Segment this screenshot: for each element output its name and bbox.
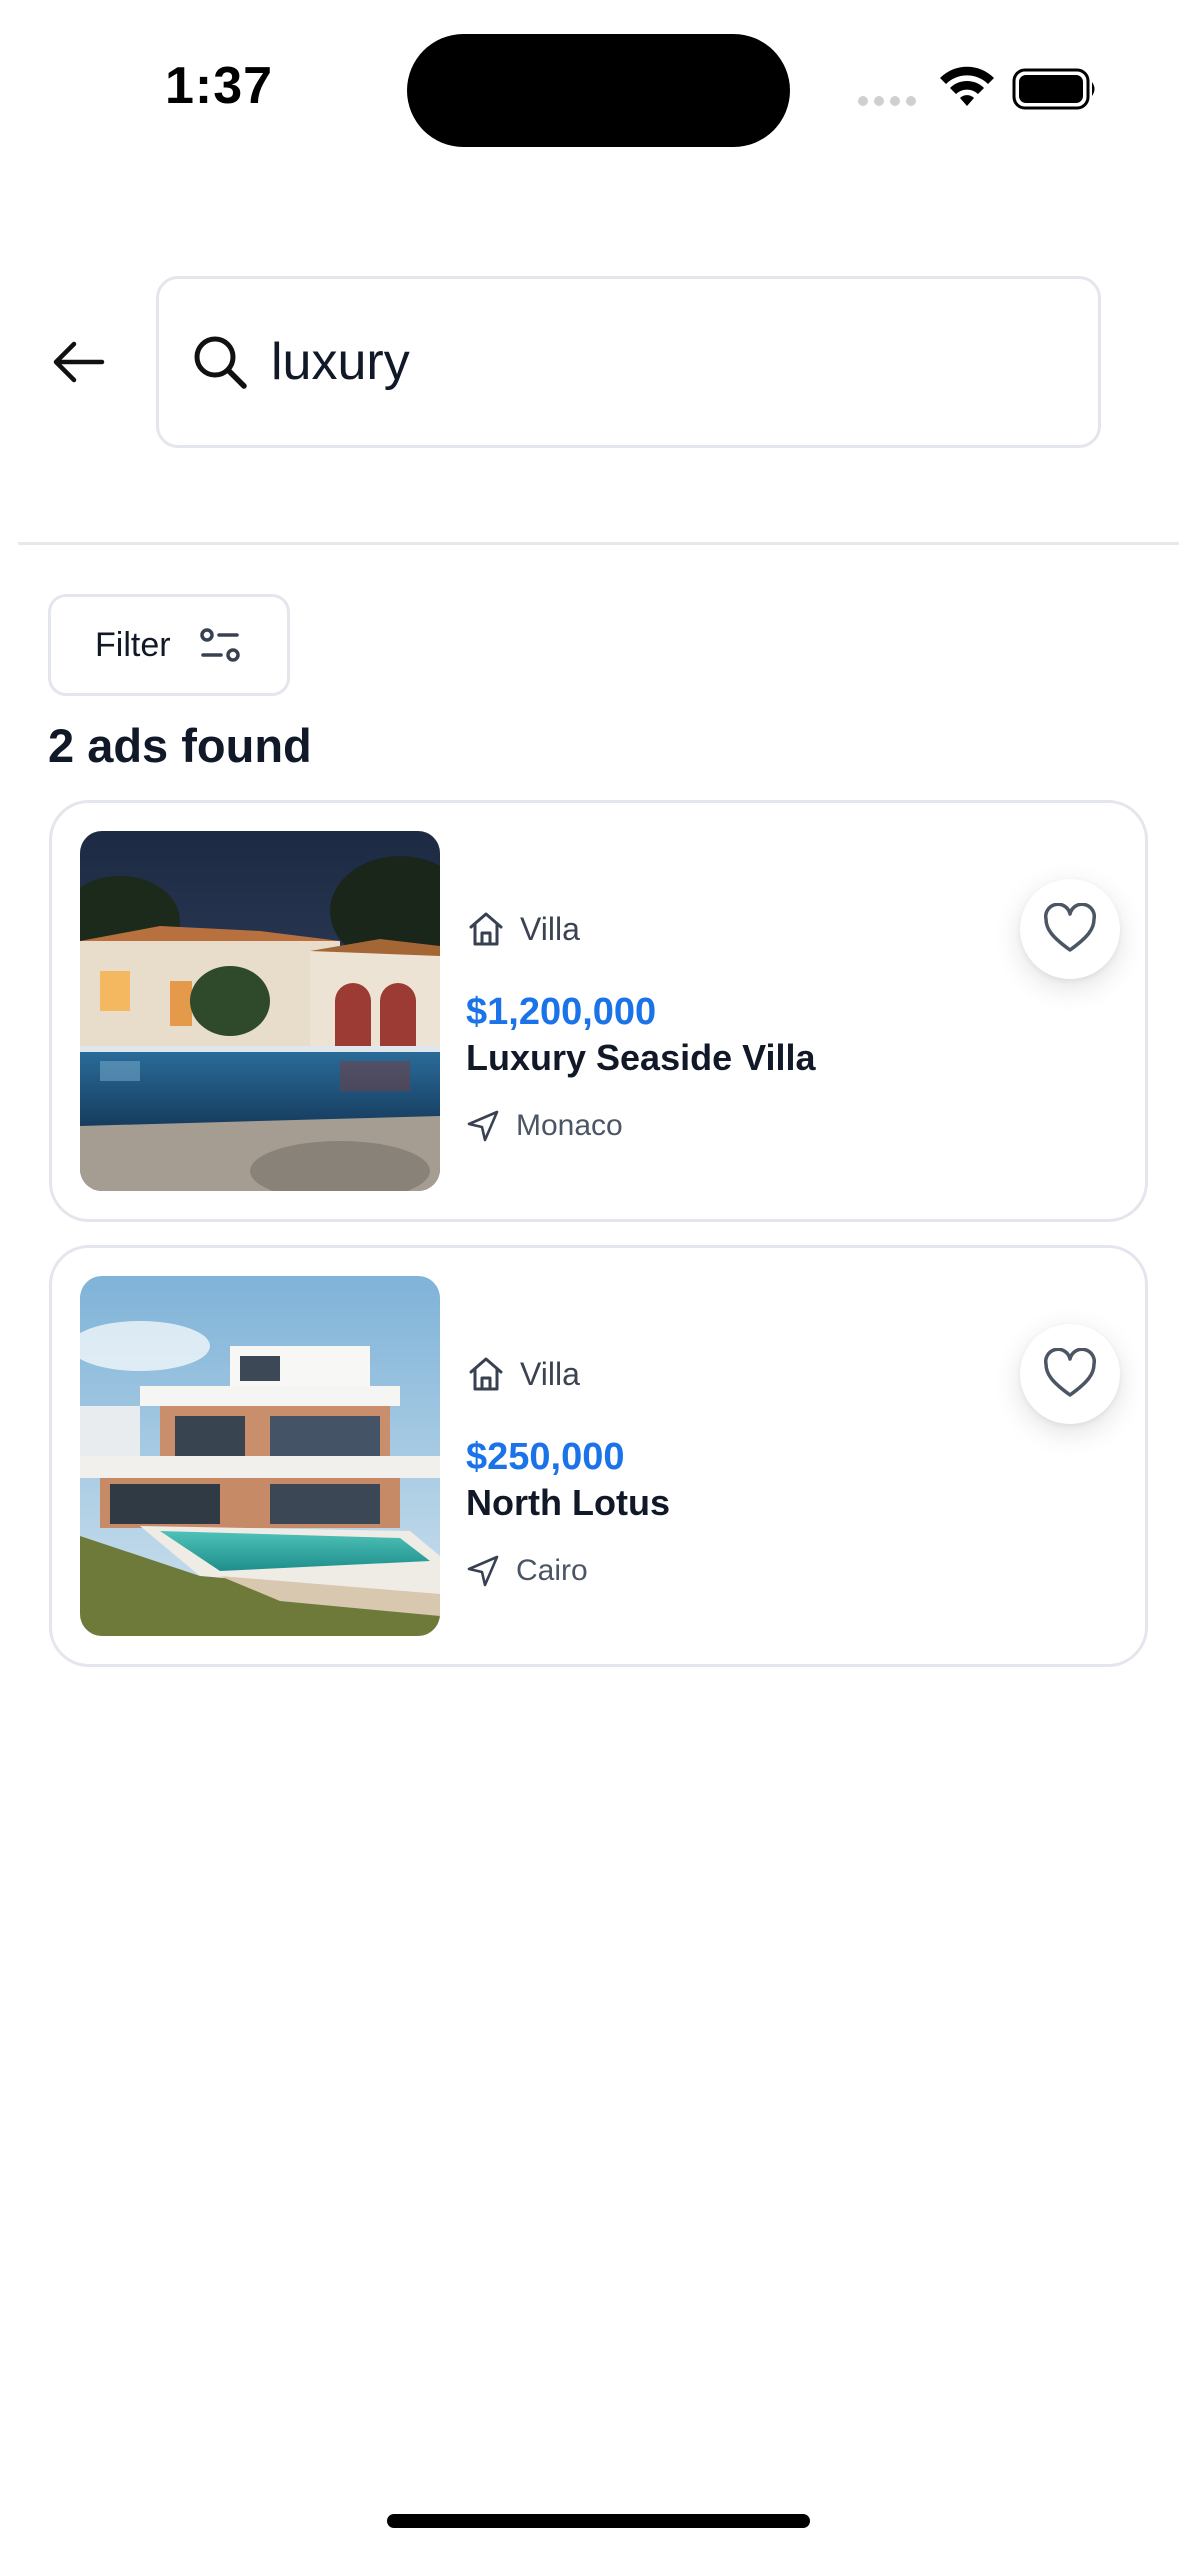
listing-title: North Lotus [466,1482,670,1523]
listing-price: $250,000 [466,1436,625,1478]
search-icon [194,336,247,389]
home-indicator[interactable] [387,2514,810,2528]
listing-location-row: Cairo [466,1554,588,1588]
listing-photo [80,831,440,1191]
favorite-button[interactable] [1020,1324,1120,1424]
navigation-arrow-icon [467,1110,499,1142]
search-input[interactable] [271,332,1051,392]
listing-type: Villa [520,1355,580,1392]
filter-label: Filter [95,625,171,664]
battery-icon [1012,68,1095,110]
wifi-icon [940,66,994,106]
listing-type-row: Villa [466,909,580,949]
back-button[interactable] [46,330,110,394]
filter-button[interactable]: Filter [48,594,290,696]
dynamic-island [407,34,790,147]
listing-card[interactable]: Villa $1,200,000 Luxury Seaside Villa Mo… [49,800,1148,1222]
heart-icon [1044,1348,1096,1397]
listing-location-row: Monaco [466,1109,623,1143]
heart-icon [1044,903,1096,952]
arrow-left-icon [53,341,105,383]
results-count: 2 ads found [48,719,312,772]
header-divider [18,542,1179,545]
home-icon [469,912,503,946]
listing-type: Villa [520,910,580,947]
listing-type-row: Villa [466,1354,580,1394]
listing-price: $1,200,000 [466,991,657,1033]
listing-card[interactable]: Villa $250,000 North Lotus Cairo [49,1245,1148,1667]
navigation-arrow-icon [467,1555,499,1587]
search-box[interactable] [156,276,1101,448]
status-time: 1:37 [165,57,274,115]
search-results-screen: 1:37 Filter 2 ads foun [0,0,1179,2556]
sliders-icon [199,628,240,662]
favorite-button[interactable] [1020,879,1120,979]
cellular-dots-icon [858,96,916,106]
listing-location: Cairo [516,1554,588,1587]
listing-location: Monaco [516,1109,623,1142]
listing-photo [80,1276,440,1636]
listing-title: Luxury Seaside Villa [466,1037,816,1078]
home-icon [469,1357,503,1391]
